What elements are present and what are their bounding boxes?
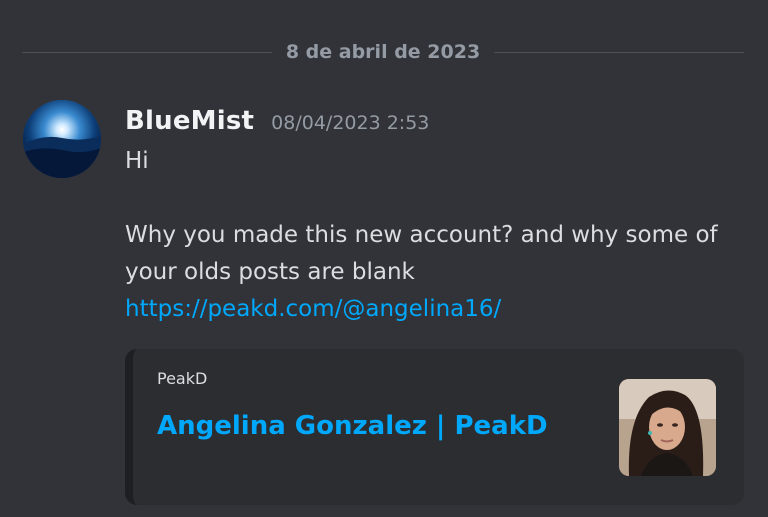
embed-provider: PeakD (157, 369, 208, 388)
chat-view: 8 de abril de 2023 BlueMist 08/04/2023 2… (0, 0, 768, 517)
portrait-image (619, 379, 716, 476)
message-line: Hi (125, 148, 149, 174)
username[interactable]: BlueMist (125, 106, 254, 136)
message-link[interactable]: https://peakd.com/@angelina16/ (125, 296, 501, 322)
link-embed: PeakD Angelina Gonzalez | PeakD (125, 349, 744, 505)
avatar[interactable] (23, 100, 101, 178)
message-line: your olds posts are blank (125, 259, 415, 285)
date-divider-label: 8 de abril de 2023 (285, 41, 481, 63)
avatar-image (23, 100, 101, 178)
date-divider: 8 de abril de 2023 (22, 43, 745, 62)
message-timestamp: 08/04/2023 2:53 (271, 112, 430, 134)
embed-thumbnail[interactable] (619, 379, 716, 476)
message-line: Why you made this new account? and why s… (125, 222, 718, 248)
message-content: Hi Why you made this new account? and wh… (125, 143, 745, 328)
divider-line-right (494, 52, 745, 53)
divider-line-left (22, 52, 272, 53)
embed-title-link[interactable]: Angelina Gonzalez | PeakD (157, 411, 548, 441)
message-header: BlueMist 08/04/2023 2:53 (125, 106, 429, 136)
